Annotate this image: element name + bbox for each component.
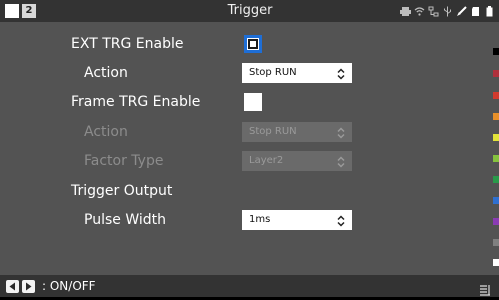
frame-trg-enable-checkbox[interactable] <box>244 93 262 111</box>
action-select-value: Stop RUN <box>249 67 297 78</box>
color-swatch <box>493 92 499 99</box>
top-bar: 2 Trigger <box>0 0 499 22</box>
color-swatch <box>493 239 499 246</box>
color-swatch <box>493 155 499 162</box>
updown-chevron-icon <box>336 151 346 171</box>
pulse-width-label: Pulse Width <box>84 212 166 228</box>
printer-icon <box>400 6 411 17</box>
pulse-width-select[interactable]: 1ms <box>242 210 352 230</box>
trigger-settings-screen: 2 Trigger EXT TRG Enable Action Stop RUN… <box>0 0 499 297</box>
wifi-icon <box>414 6 425 17</box>
color-swatch <box>493 176 499 183</box>
frame-action-select-value: Stop RUN <box>249 126 297 137</box>
ext-trg-enable-label: EXT TRG Enable <box>71 36 184 52</box>
menu-icon[interactable] <box>480 281 490 296</box>
card-icon <box>470 6 481 17</box>
updown-chevron-icon <box>336 122 346 142</box>
frame-action-label: Action <box>84 124 128 140</box>
status-icons <box>400 0 495 22</box>
color-swatch <box>493 259 499 266</box>
page-badge: 2 <box>22 4 36 18</box>
color-swatch <box>493 113 499 120</box>
frame-action-select: Stop RUN <box>242 122 352 142</box>
bottom-bar: : ON/OFF <box>0 275 499 297</box>
action-label: Action <box>84 65 128 81</box>
network-icon <box>428 6 439 17</box>
brush-icon <box>456 5 467 17</box>
pulse-width-select-value: 1ms <box>249 214 271 225</box>
updown-chevron-icon <box>336 63 346 83</box>
color-swatch <box>493 197 499 204</box>
color-swatch <box>493 134 499 141</box>
footer-hint: : ON/OFF <box>42 279 96 293</box>
battery-icon <box>484 5 495 17</box>
action-select[interactable]: Stop RUN <box>242 63 352 83</box>
factor-type-select-value: Layer2 <box>249 155 284 166</box>
color-swatch <box>493 70 499 77</box>
page-title: Trigger <box>227 3 273 18</box>
factor-type-label: Factor Type <box>84 153 164 169</box>
left-arrow-icon[interactable] <box>6 280 19 293</box>
right-arrow-icon[interactable] <box>22 280 35 293</box>
channel-indicator <box>5 4 19 18</box>
color-swatch <box>493 48 499 55</box>
usb-icon <box>442 6 453 17</box>
trigger-output-label: Trigger Output <box>71 183 173 199</box>
factor-type-select: Layer2 <box>242 151 352 171</box>
frame-trg-enable-label: Frame TRG Enable <box>71 94 201 110</box>
ext-trg-enable-checkbox[interactable] <box>244 35 262 53</box>
updown-chevron-icon <box>336 210 346 230</box>
color-swatch <box>493 218 499 225</box>
